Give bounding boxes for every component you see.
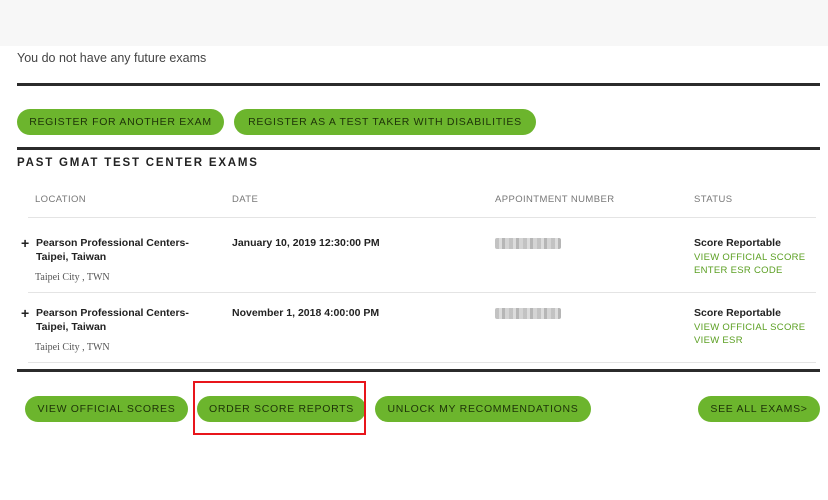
register-another-exam-button[interactable]: REGISTER FOR ANOTHER EXAM bbox=[17, 109, 224, 135]
view-official-scores-button[interactable]: VIEW OFFICIAL SCORES bbox=[25, 396, 188, 422]
past-exams-title: PAST GMAT TEST CENTER EXAMS bbox=[17, 157, 259, 169]
exam-date: January 10, 2019 12:30:00 PM bbox=[232, 237, 380, 249]
view-official-score-link[interactable]: VIEW OFFICIAL SCORE bbox=[694, 322, 805, 333]
view-official-score-link[interactable]: VIEW OFFICIAL SCORE bbox=[694, 252, 805, 263]
location-name: Pearson Professional Centers- bbox=[36, 307, 189, 319]
view-esr-link[interactable]: VIEW ESR bbox=[694, 335, 743, 346]
appointment-number-redacted bbox=[495, 238, 561, 249]
status-label: Score Reportable bbox=[694, 237, 781, 249]
column-header-status: STATUS bbox=[694, 194, 733, 205]
section-divider bbox=[17, 83, 820, 86]
register-disabilities-button[interactable]: REGISTER AS A TEST TAKER WITH DISABILITI… bbox=[234, 109, 536, 135]
exam-date: November 1, 2018 4:00:00 PM bbox=[232, 307, 380, 319]
location-name-line2: Taipei, Taiwan bbox=[36, 251, 107, 263]
section-divider bbox=[17, 369, 820, 372]
see-all-exams-button[interactable]: SEE ALL EXAMS> bbox=[698, 396, 820, 422]
column-header-location: LOCATION bbox=[35, 194, 87, 205]
location-name-line2: Taipei, Taiwan bbox=[36, 321, 107, 333]
expand-plus-icon[interactable]: + bbox=[21, 236, 29, 250]
expand-plus-icon[interactable]: + bbox=[21, 306, 29, 320]
status-label: Score Reportable bbox=[694, 307, 781, 319]
row-divider bbox=[28, 217, 816, 218]
row-divider bbox=[28, 292, 816, 293]
unlock-recommendations-button[interactable]: UNLOCK MY RECOMMENDATIONS bbox=[375, 396, 591, 422]
location-name: Pearson Professional Centers- bbox=[36, 237, 189, 249]
top-strip bbox=[0, 0, 828, 46]
column-header-appointment: APPOINTMENT NUMBER bbox=[495, 194, 615, 205]
appointment-number-redacted bbox=[495, 308, 561, 319]
enter-esr-code-link[interactable]: ENTER ESR CODE bbox=[694, 265, 783, 276]
location-city: Taipei City , TWN bbox=[35, 342, 110, 353]
location-city: Taipei City , TWN bbox=[35, 272, 110, 283]
highlight-box bbox=[193, 381, 366, 435]
column-header-date: DATE bbox=[232, 194, 259, 205]
future-exams-message: You do not have any future exams bbox=[17, 51, 207, 65]
section-divider bbox=[17, 147, 820, 150]
row-divider bbox=[28, 362, 816, 363]
